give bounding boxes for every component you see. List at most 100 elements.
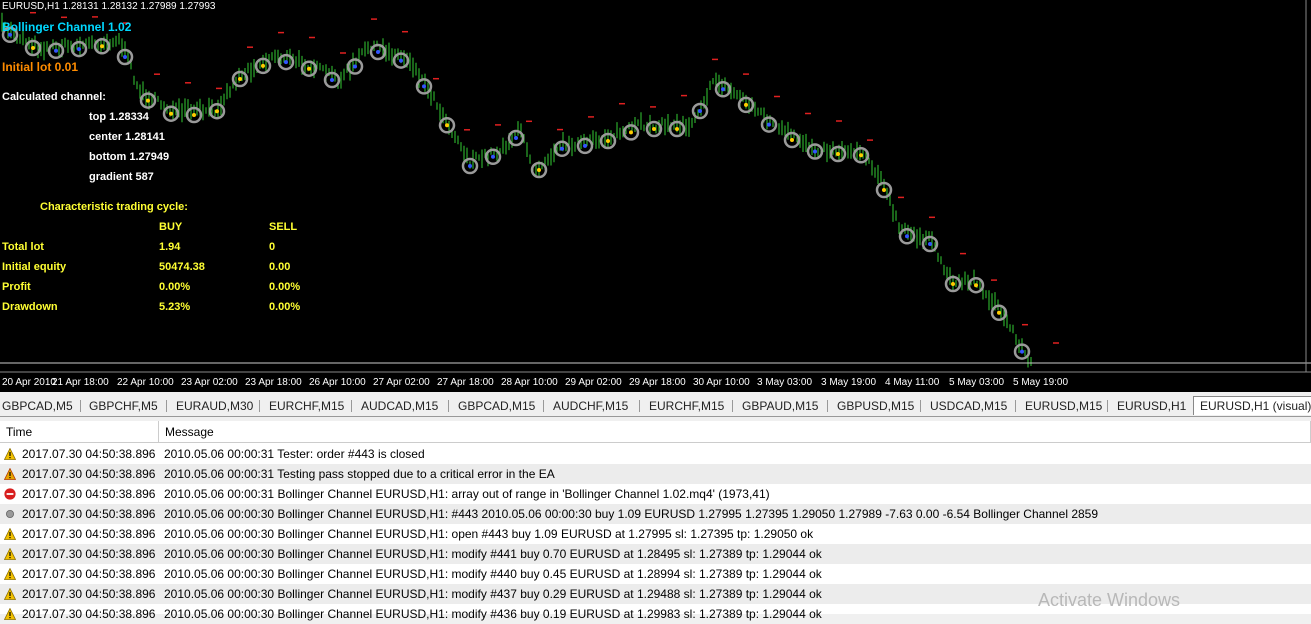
chart-tab-active[interactable]: EURUSD,H1 (visual) [1193,396,1311,415]
journal-row[interactable]: 2017.07.30 04:50:38.896 2010.05.06 00:00… [0,444,1311,464]
trade-marker-dot [859,153,863,158]
row-message: 2010.05.06 00:00:30 Bollinger Channel EU… [164,587,822,601]
x-axis-label: 22 Apr 10:00 [117,377,174,388]
tab-divider [80,400,81,412]
row-time: 2017.07.30 04:50:38.896 [22,467,156,481]
x-axis-label: 28 Apr 10:00 [501,377,558,388]
trade-marker-dot [606,139,610,143]
x-axis-label: 4 May 11:00 [885,377,940,388]
trade-marker-dot [330,78,334,82]
chart-tabs-bar: GBPCAD,M5 GBPCHF,M5 EURAUD,M30 EURCHF,M1… [0,396,1311,417]
trade-marker-dot [928,242,932,246]
trade-marker-dot [951,282,955,286]
chart-tab[interactable]: EURUSD,M15 [1025,399,1102,413]
channel-center: center 1.28141 [89,131,165,143]
x-axis-label: 26 Apr 10:00 [309,377,366,388]
tab-divider [920,400,921,412]
row-time: 2017.07.30 04:50:38.896 [22,587,156,601]
x-axis-label: 23 Apr 18:00 [245,377,302,388]
chart-tab[interactable]: USDCAD,M15 [930,399,1007,413]
chart-tab[interactable]: GBPUSD,M15 [837,399,914,413]
channel-top: top 1.28334 [89,111,149,123]
stat-label: Profit [2,281,31,293]
trade-marker-dot [560,146,564,151]
trade-marker-dot [514,136,518,140]
x-axis-label: 27 Apr 02:00 [373,377,430,388]
trade-marker-dot [123,55,127,59]
stat-sell: 0.00% [269,301,301,313]
warning-icon [4,568,16,580]
row-message: 2010.05.06 00:00:30 Bollinger Channel EU… [164,527,814,541]
tab-divider [1015,400,1016,412]
chart-tab[interactable]: GBPAUD,M15 [742,399,818,413]
row-time: 2017.07.30 04:50:38.896 [22,527,156,541]
row-message: 2010.05.06 00:00:30 Bollinger Channel EU… [164,547,822,561]
x-axis-label: 20 Apr 2010 [2,377,56,388]
tab-divider [732,400,733,412]
tab-divider [448,400,449,412]
journal-row[interactable]: 2017.07.30 04:50:38.896 2010.05.06 00:00… [0,564,1311,584]
trade-marker-dot [192,113,196,117]
trade-marker-dot [721,87,725,92]
buy-header: BUY [159,221,183,233]
row-message: 2010.05.06 00:00:31 Testing pass stopped… [164,467,555,481]
tab-divider [351,400,352,412]
x-axis-label: 21 Apr 18:00 [52,377,109,388]
chart-tab[interactable]: AUDCAD,M15 [361,399,438,413]
journal-row[interactable]: 2017.07.30 04:50:38.896 2010.05.06 00:00… [0,524,1311,544]
trade-marker-dot [1020,349,1024,354]
journal-row[interactable]: 2017.07.30 04:50:38.896 2010.05.06 00:00… [0,544,1311,564]
journal-row[interactable]: 2017.07.30 04:50:38.896 2010.05.06 00:00… [0,504,1311,524]
sell-header: SELL [269,221,298,233]
journal-row[interactable]: 2017.07.30 04:50:38.896 2010.05.06 00:00… [0,464,1311,484]
row-message: 2010.05.06 00:00:30 Bollinger Channel EU… [164,507,1099,521]
calculated-channel-label: Calculated channel: [2,91,106,103]
x-axis-label: 23 Apr 02:00 [181,377,238,388]
tab-divider [639,400,640,412]
cycle-header: Characteristic trading cycle: [40,201,188,213]
trade-marker-dot [215,109,219,114]
row-time: 2017.07.30 04:50:38.896 [22,547,156,561]
trade-marker-dot [491,154,495,159]
chart-tab[interactable]: AUDCHF,M15 [553,399,628,413]
trade-marker-dot [997,310,1001,315]
indicator-title: Bollinger Channel 1.02 [2,20,132,34]
row-time: 2017.07.30 04:50:38.896 [22,507,156,521]
trade-marker-dot [675,127,679,131]
tab-divider [259,400,260,412]
stat-sell: 0.00 [269,261,291,273]
error-icon [4,488,16,500]
chart-tab[interactable]: GBPCHF,M5 [89,399,158,413]
row-message: 2010.05.06 00:00:30 Bollinger Channel EU… [164,567,822,581]
stat-buy: 0.00% [159,281,191,293]
trade-marker-dot [652,127,656,131]
trade-marker-dot [744,102,748,107]
trade-marker-dot [836,152,840,156]
x-axis-label: 30 Apr 10:00 [693,377,750,388]
price-chart[interactable]: EURUSD,H1 1.28131 1.28132 1.27989 1.2799… [0,0,1311,392]
journal-panel: Time Message 2017.07.30 04:50:38.896 201… [0,421,1311,621]
time-column-header[interactable]: Time [0,421,159,443]
tab-divider [543,400,544,412]
trade-marker-dot [284,60,288,65]
chart-tab[interactable]: EURCHF,M15 [269,399,344,413]
stat-label: Initial equity [2,261,67,273]
channel-bottom: bottom 1.27949 [89,151,170,163]
chart-tab[interactable]: EURAUD,M30 [176,399,253,413]
trade-marker-dot [422,84,426,89]
x-axis-label: 29 Apr 18:00 [629,377,686,388]
trade-marker-dot [445,123,449,128]
warning-icon [4,468,16,480]
trade-marker-dot [882,188,886,192]
chart-tab[interactable]: EURCHF,M15 [649,399,724,413]
activate-windows-watermark: Activate Windows [1038,590,1181,610]
journal-row[interactable]: 2017.07.30 04:50:38.896 2010.05.06 00:00… [0,484,1311,504]
stat-label: Drawdown [2,301,58,313]
tab-divider [1107,400,1108,412]
chart-tab[interactable]: GBPCAD,M15 [458,399,535,413]
message-column-header[interactable]: Message [159,421,1311,443]
candlestick-plot [0,0,1311,373]
chart-tab[interactable]: GBPCAD,M5 [2,399,73,413]
row-time: 2017.07.30 04:50:38.896 [22,567,156,581]
chart-tab[interactable]: EURUSD,H1 [1117,399,1186,413]
